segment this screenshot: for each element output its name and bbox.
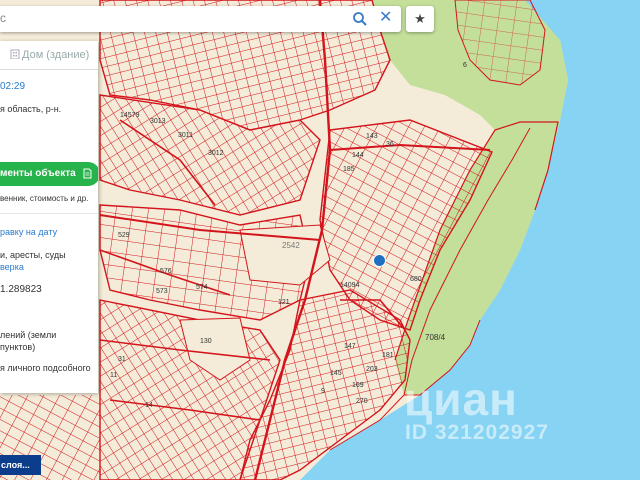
plot-label: 14 [145, 402, 153, 409]
arrests-text: и, аресты, суды [0, 250, 66, 260]
document-icon [83, 168, 92, 179]
coordinates-text: 1.289823 [0, 284, 42, 295]
plot-label: 130 [200, 338, 212, 345]
search-icon[interactable] [352, 11, 368, 27]
time-link[interactable]: 02:29 [0, 81, 25, 92]
location-marker[interactable] [373, 254, 386, 267]
plot-label: 169 [352, 382, 364, 389]
usage-text: я личного подсобного [0, 363, 91, 373]
plot-label: 145 [330, 370, 342, 377]
land-category-line-1: лений (земли [0, 330, 57, 340]
plot-label: 14094 [340, 282, 360, 289]
plot-label: 2542 [282, 241, 300, 250]
plot-label: 36 [386, 141, 394, 148]
watermark-brand: циан [404, 373, 518, 425]
documents-subtitle: венник, стоимость и др. [0, 194, 89, 203]
plot-label: 121 [278, 299, 290, 306]
plot-label: 11 [110, 372, 118, 379]
plot-label: 708/4 [425, 333, 446, 342]
documents-button[interactable]: менты объекта [0, 162, 98, 186]
search-input[interactable]: с [0, 11, 6, 25]
plot-label: 143 [366, 133, 378, 140]
divider [0, 213, 98, 214]
plot-label: 203 [366, 366, 378, 373]
plot-label: 574 [196, 284, 208, 291]
plot-label: 270 [356, 398, 368, 405]
plot-label: 3012 [208, 150, 224, 157]
building-icon [10, 49, 20, 59]
plot-label: 573 [156, 288, 168, 295]
plot-label: 31 [118, 356, 126, 363]
object-info-panel: Дом (здание) 02:29 я область, р-н. менты… [0, 41, 98, 393]
plot-label: 576 [160, 268, 172, 275]
plot-label: 181 [382, 352, 394, 359]
star-icon[interactable]: ★ [406, 6, 434, 32]
tab-building[interactable]: Дом (здание) [0, 41, 98, 70]
plot-label: 529 [118, 232, 130, 239]
watermark-id: ID 321202927 [405, 421, 549, 444]
plot-label: 147 [344, 343, 356, 350]
check-link[interactable]: верка [0, 262, 24, 272]
plot-label: 3013 [150, 118, 166, 125]
plot-label: 185 [343, 166, 355, 173]
search-bar[interactable]: с ✕ [0, 6, 401, 32]
close-icon[interactable]: ✕ [379, 9, 392, 27]
plot-label: 680 [410, 276, 422, 283]
plot-label: 6 [463, 62, 467, 69]
plot-label: 9 [321, 388, 325, 395]
region-text: я область, р-н. [0, 104, 62, 114]
reference-link[interactable]: равку на дату [0, 227, 57, 237]
plot-label: 3011 [178, 132, 194, 139]
documents-button-label: менты объекта [0, 168, 76, 179]
plot-label: 14579 [120, 112, 140, 119]
tab-building-label: Дом (здание) [22, 49, 90, 61]
layers-button[interactable]: слоя... [0, 455, 41, 475]
plot-label: 144 [352, 152, 364, 159]
land-category-line-2: пунктов) [0, 342, 36, 352]
